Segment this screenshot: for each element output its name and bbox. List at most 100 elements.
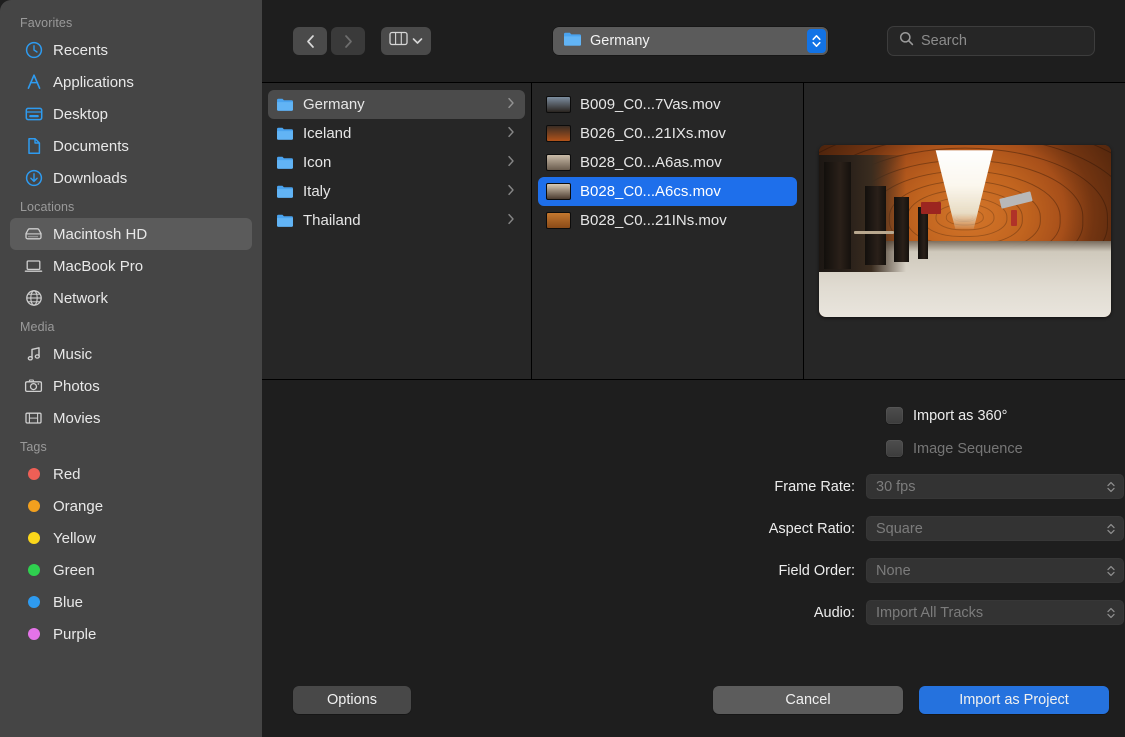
folder-row[interactable]: Icon (268, 148, 525, 177)
stepper-updown-icon[interactable] (807, 29, 826, 53)
sidebar-item-label: Movies (53, 410, 101, 427)
sidebar-item-purple[interactable]: Purple (10, 618, 252, 650)
sidebar-item-label: MacBook Pro (53, 258, 143, 275)
aspect-ratio-select[interactable]: Square (866, 516, 1124, 541)
chevron-right-icon (343, 34, 354, 49)
frame-rate-label: Frame Rate: (262, 479, 866, 495)
audio-select[interactable]: Import All Tracks (866, 600, 1124, 625)
file-row[interactable]: B028_C0...21INs.mov (538, 206, 797, 235)
sidebar-item-label: Macintosh HD (53, 226, 147, 243)
camera-icon (24, 377, 43, 396)
chevron-right-icon (507, 212, 517, 229)
file-name: B028_C0...A6as.mov (580, 154, 789, 171)
sidebar: FavoritesRecentsApplications Desktop Docum… (0, 0, 262, 737)
frame-rate-select[interactable]: 30 fps (866, 474, 1124, 499)
file-row[interactable]: B028_C0...A6as.mov (538, 148, 797, 177)
stepper-updown-icon[interactable] (1104, 519, 1118, 539)
tag-dot-icon (24, 465, 43, 484)
folder-icon (276, 155, 294, 170)
tag-dot-icon (24, 561, 43, 580)
sidebar-group-title: Media (0, 314, 262, 338)
tag-dot-icon (24, 529, 43, 548)
sidebar-item-label: Green (53, 562, 95, 579)
search-placeholder: Search (921, 33, 967, 49)
sidebar-item-documents[interactable]: Documents (10, 130, 252, 162)
sidebar-group-title: Tags (0, 434, 262, 458)
folder-row[interactable]: Italy (268, 177, 525, 206)
preview-column (804, 83, 1125, 379)
tag-dot-icon (24, 593, 43, 612)
applications-icon (24, 73, 43, 92)
sidebar-item-label: Desktop (53, 106, 108, 123)
image-sequence-checkbox[interactable] (886, 440, 903, 457)
sidebar-item-applications[interactable]: Applications (10, 66, 252, 98)
folder-icon (276, 184, 294, 199)
import-360-label: Import as 360° (913, 408, 1007, 424)
sidebar-item-label: Downloads (53, 170, 127, 187)
search-field[interactable]: Search (887, 26, 1095, 56)
toolbar: Germany Search (262, 0, 1125, 82)
folder-icon (276, 213, 294, 228)
sidebar-item-network[interactable]: Network (10, 282, 252, 314)
sidebar-item-label: Music (53, 346, 92, 363)
folder-row[interactable]: Germany (268, 90, 525, 119)
sidebar-item-red[interactable]: Red (10, 458, 252, 490)
search-icon (899, 31, 914, 51)
sidebar-item-macintosh-hd[interactable]: Macintosh HD (10, 218, 252, 250)
chevron-right-icon (507, 96, 517, 113)
field-order-select[interactable]: None (866, 558, 1124, 583)
sidebar-item-label: Network (53, 290, 108, 307)
sidebar-item-recents[interactable]: Recents (10, 34, 252, 66)
cancel-button[interactable]: Cancel (713, 686, 903, 714)
movie-thumbnail-icon (546, 183, 571, 200)
sidebar-item-desktop[interactable]: Desktop (10, 98, 252, 130)
path-popup-button[interactable]: Germany (553, 27, 828, 55)
column-view-icon (389, 31, 408, 51)
folder-icon (276, 126, 294, 141)
forward-button[interactable] (331, 27, 365, 55)
stepper-updown-icon[interactable] (1104, 477, 1118, 497)
import-as-project-button[interactable]: Import as Project (919, 686, 1109, 714)
sidebar-item-downloads[interactable]: Downloads (10, 162, 252, 194)
file-row[interactable]: B026_C0...21IXs.mov (538, 119, 797, 148)
sidebar-item-green[interactable]: Green (10, 554, 252, 586)
movie-thumbnail-icon (546, 96, 571, 113)
chevron-right-icon (507, 183, 517, 200)
stepper-updown-icon[interactable] (1104, 603, 1118, 623)
sidebar-item-label: Purple (53, 626, 96, 643)
import-dialog-window: FavoritesRecentsApplications Desktop Docum… (0, 0, 1125, 737)
import-options: Import as 360° Image Sequence Frame Rate… (262, 380, 1125, 663)
tag-dot-icon (24, 625, 43, 644)
folder-row[interactable]: Thailand (268, 206, 525, 235)
main-panel: Germany Search (262, 0, 1125, 737)
aspect-ratio-value: Square (876, 521, 1104, 537)
stepper-updown-icon[interactable] (1104, 561, 1118, 581)
import-360-checkbox[interactable] (886, 407, 903, 424)
sidebar-item-yellow[interactable]: Yellow (10, 522, 252, 554)
file-row[interactable]: B028_C0...A6cs.mov (538, 177, 797, 206)
sidebar-item-blue[interactable]: Blue (10, 586, 252, 618)
folder-name: Thailand (303, 212, 498, 229)
folder-row[interactable]: Iceland (268, 119, 525, 148)
sidebar-item-movies[interactable]: Movies (10, 402, 252, 434)
options-button[interactable]: Options (293, 686, 411, 714)
file-browser: Germany Iceland Icon Italy Thailand B009_C0.… (262, 82, 1125, 380)
file-name: B009_C0...7Vas.mov (580, 96, 789, 113)
image-sequence-row[interactable]: Image Sequence (886, 435, 1125, 462)
sidebar-item-label: Blue (53, 594, 83, 611)
folder-name: Iceland (303, 125, 498, 142)
view-mode-button[interactable] (381, 27, 431, 55)
sidebar-group-title: Favorites (0, 10, 262, 34)
file-column[interactable]: B009_C0...7Vas.mov B026_C0...21IXs.mov B02… (532, 83, 804, 379)
sidebar-item-photos[interactable]: Photos (10, 370, 252, 402)
folder-column[interactable]: Germany Iceland Icon Italy Thailand (262, 83, 532, 379)
import-360-row[interactable]: Import as 360° (886, 402, 1125, 429)
chevron-down-icon (412, 32, 423, 50)
file-row[interactable]: B009_C0...7Vas.mov (538, 90, 797, 119)
back-button[interactable] (293, 27, 327, 55)
sidebar-item-orange[interactable]: Orange (10, 490, 252, 522)
sidebar-item-macbook-pro[interactable]: MacBook Pro (10, 250, 252, 282)
sidebar-item-music[interactable]: Music (10, 338, 252, 370)
folder-name: Icon (303, 154, 498, 171)
globe-icon (24, 289, 43, 308)
